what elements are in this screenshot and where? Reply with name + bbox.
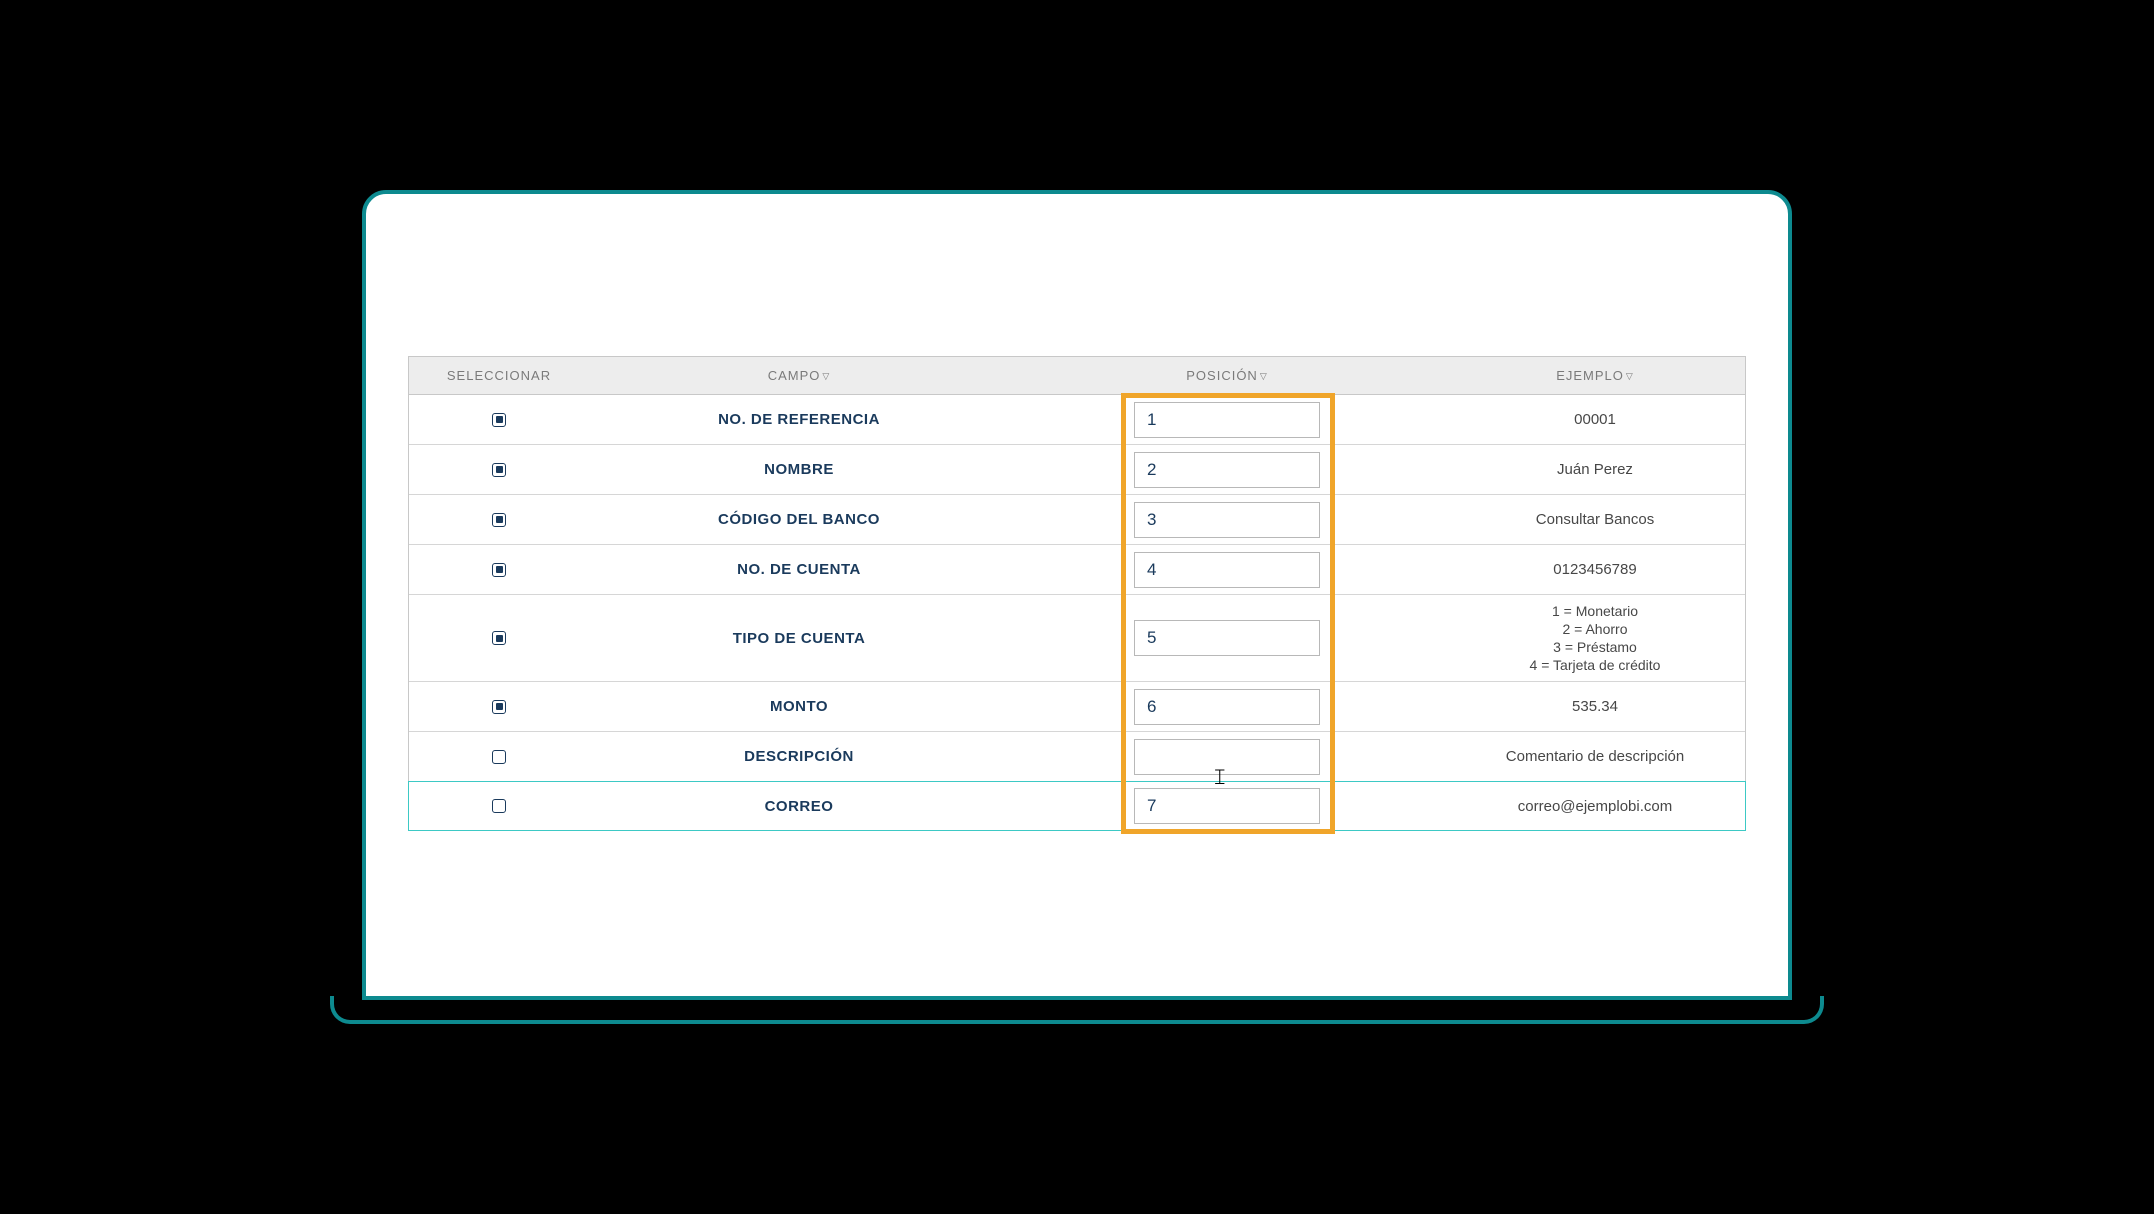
- cell-posicion: [1009, 552, 1445, 588]
- table-row: NOMBRE Juán Perez: [409, 445, 1745, 495]
- cell-posicion: [1009, 452, 1445, 488]
- ejemplo-line: 3 = Préstamo: [1553, 639, 1637, 655]
- table-row: DESCRIPCIÓN Comentario de descripción: [409, 732, 1745, 782]
- row-checkbox[interactable]: [492, 799, 506, 813]
- cell-select: [409, 700, 589, 714]
- cell-campo: CÓDIGO DEL BANCO: [589, 511, 1009, 528]
- cell-posicion: [1009, 402, 1445, 438]
- table-row: NO. DE REFERENCIA 00001: [409, 395, 1745, 445]
- ejemplo-text: 0123456789: [1553, 561, 1636, 578]
- table-row: NO. DE CUENTA 0123456789: [409, 545, 1745, 595]
- cell-select: [409, 750, 589, 764]
- header-seleccionar: SELECCIONAR: [409, 368, 589, 383]
- cell-select: [409, 513, 589, 527]
- cell-campo: MONTO: [589, 698, 1009, 715]
- header-ejemplo-label: EJEMPLO: [1556, 368, 1624, 383]
- cell-ejemplo: Juán Perez: [1445, 461, 1745, 478]
- row-checkbox[interactable]: [492, 413, 506, 427]
- cell-campo: DESCRIPCIÓN: [589, 748, 1009, 765]
- posicion-input[interactable]: [1134, 689, 1320, 725]
- header-campo[interactable]: CAMPO▽: [589, 368, 1009, 383]
- cell-campo: NO. DE REFERENCIA: [589, 411, 1009, 428]
- posicion-input[interactable]: [1134, 739, 1320, 775]
- ejemplo-line: 4 = Tarjeta de crédito: [1530, 657, 1661, 673]
- header-posicion-label: POSICIÓN: [1186, 368, 1258, 383]
- cell-posicion: [1009, 502, 1445, 538]
- cell-ejemplo: Comentario de descripción: [1445, 748, 1745, 765]
- cell-posicion: [1009, 788, 1445, 824]
- cell-campo: CORREO: [589, 798, 1009, 815]
- ejemplo-text: Consultar Bancos: [1536, 511, 1654, 528]
- header-seleccionar-label: SELECCIONAR: [447, 368, 551, 383]
- table-header-row: SELECCIONAR CAMPO▽ POSICIÓN▽ EJEMPLO▽: [409, 357, 1745, 395]
- ejemplo-text: correo@ejemplobi.com: [1518, 798, 1672, 815]
- ejemplo-multi: 1 = Monetario 2 = Ahorro 3 = Préstamo 4 = T…: [1445, 595, 1745, 681]
- table-row: CÓDIGO DEL BANCO Consultar Bancos: [409, 495, 1745, 545]
- cell-campo: TIPO DE CUENTA: [589, 630, 1009, 647]
- ejemplo-line: 1 = Monetario: [1552, 603, 1638, 619]
- table-body: NO. DE REFERENCIA 00001 NOMBRE Juán Perez CÓ…: [409, 395, 1745, 831]
- campo-label: NO. DE REFERENCIA: [718, 411, 880, 428]
- cell-select: [409, 463, 589, 477]
- campo-label: NOMBRE: [764, 461, 834, 478]
- row-checkbox[interactable]: [492, 700, 506, 714]
- row-checkbox[interactable]: [492, 750, 506, 764]
- header-posicion[interactable]: POSICIÓN▽: [1009, 368, 1445, 383]
- cell-select: [409, 799, 589, 813]
- cell-ejemplo: Consultar Bancos: [1445, 511, 1745, 528]
- campo-label: CÓDIGO DEL BANCO: [718, 511, 880, 528]
- campo-label: TIPO DE CUENTA: [733, 630, 866, 647]
- ejemplo-line: 2 = Ahorro: [1563, 621, 1628, 637]
- cell-posicion: [1009, 620, 1445, 656]
- cell-ejemplo: 1 = Monetario 2 = Ahorro 3 = Préstamo 4 = T…: [1445, 595, 1745, 681]
- sort-icon: ▽: [1626, 371, 1634, 382]
- cell-ejemplo: correo@ejemplobi.com: [1445, 798, 1745, 815]
- posicion-input[interactable]: [1134, 402, 1320, 438]
- header-ejemplo[interactable]: EJEMPLO▽: [1445, 368, 1745, 383]
- cell-ejemplo: 0123456789: [1445, 561, 1745, 578]
- ejemplo-text: 535.34: [1572, 698, 1618, 715]
- cell-select: [409, 563, 589, 577]
- ejemplo-text: 00001: [1574, 411, 1616, 428]
- cell-campo: NOMBRE: [589, 461, 1009, 478]
- posicion-input[interactable]: [1134, 452, 1320, 488]
- cell-select: [409, 413, 589, 427]
- cell-posicion: [1009, 689, 1445, 725]
- table-row: MONTO 535.34: [409, 682, 1745, 732]
- campo-label: CORREO: [765, 798, 834, 815]
- sort-icon: ▽: [1260, 371, 1268, 382]
- ejemplo-text: Comentario de descripción: [1506, 748, 1684, 765]
- laptop-frame: SELECCIONAR CAMPO▽ POSICIÓN▽ EJEMPLO▽ NO…: [362, 190, 1792, 1000]
- row-checkbox[interactable]: [492, 463, 506, 477]
- cell-ejemplo: 535.34: [1445, 698, 1745, 715]
- cell-posicion: [1009, 739, 1445, 775]
- table-row: TIPO DE CUENTA 1 = Monetario 2 = Ahorro 3 =…: [409, 595, 1745, 682]
- posicion-input[interactable]: [1134, 502, 1320, 538]
- table-row: CORREO correo@ejemplobi.com: [408, 781, 1746, 831]
- laptop-base: [330, 996, 1824, 1024]
- posicion-input[interactable]: [1134, 552, 1320, 588]
- ejemplo-text: Juán Perez: [1557, 461, 1633, 478]
- row-checkbox[interactable]: [492, 563, 506, 577]
- posicion-input[interactable]: [1134, 788, 1320, 824]
- sort-icon: ▽: [822, 371, 830, 382]
- cell-select: [409, 631, 589, 645]
- posicion-input[interactable]: [1134, 620, 1320, 656]
- row-checkbox[interactable]: [492, 513, 506, 527]
- header-campo-label: CAMPO: [768, 368, 821, 383]
- campo-label: NO. DE CUENTA: [737, 561, 861, 578]
- campo-label: MONTO: [770, 698, 828, 715]
- row-checkbox[interactable]: [492, 631, 506, 645]
- campo-label: DESCRIPCIÓN: [744, 748, 854, 765]
- screen-content: SELECCIONAR CAMPO▽ POSICIÓN▽ EJEMPLO▽ NO…: [378, 206, 1776, 984]
- field-mapping-table: SELECCIONAR CAMPO▽ POSICIÓN▽ EJEMPLO▽ NO…: [408, 356, 1746, 831]
- cell-campo: NO. DE CUENTA: [589, 561, 1009, 578]
- cell-ejemplo: 00001: [1445, 411, 1745, 428]
